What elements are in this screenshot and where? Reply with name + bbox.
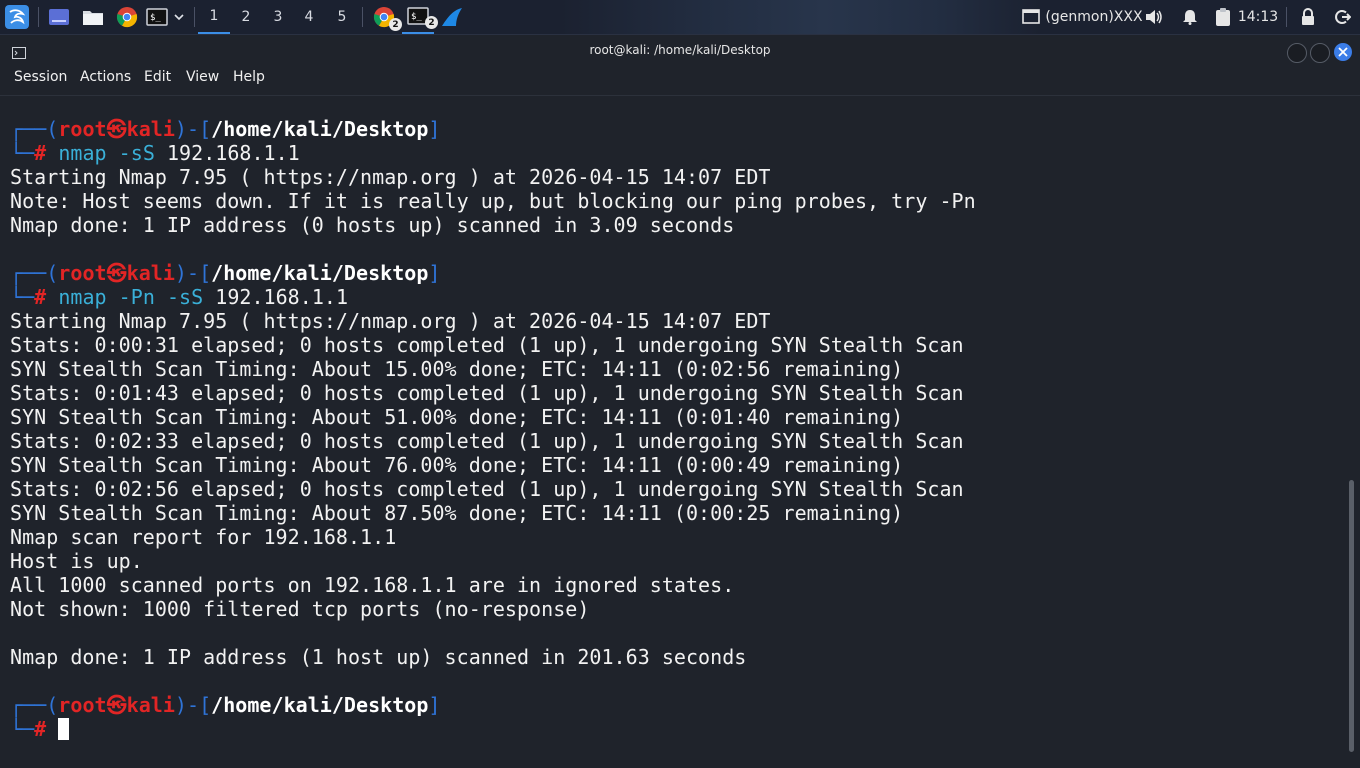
output-line: SYN Stealth Scan Timing: About 15.00% do… [10,357,904,381]
command-target: 192.168.1.1 [203,285,349,309]
menu-bar: Session Actions Edit View Help [0,65,1360,96]
prompt-line: ┌──(root㉿kali)-[/home/kali/Desktop] [10,261,441,285]
maximize-button[interactable] [1310,43,1330,63]
output-line: Nmap scan report for 192.168.1.1 [10,525,397,549]
chrome-task-button[interactable]: 2 [370,0,402,34]
volume-icon[interactable] [1143,0,1165,34]
workspace-4[interactable]: 4 [293,0,325,34]
chrome-launcher-icon[interactable] [114,0,140,34]
terminal-scrollbar[interactable] [1349,480,1354,752]
command-target: 192.168.1.1 [154,141,300,165]
logout-icon[interactable] [1332,0,1354,34]
output-line: Starting Nmap 7.95 ( https://nmap.org ) … [10,165,771,189]
command-flags: -sS [106,141,155,165]
output-line: SYN Stealth Scan Timing: About 76.00% do… [10,453,904,477]
prompt-line: ┌──(root㉿kali)-[/home/kali/Desktop] [10,117,441,141]
top-panel: $_ 1 2 3 4 5 2 $_ 2 (genmon)XXX 14:13 [0,0,1360,35]
output-line: Nmap done: 1 IP address (1 host up) scan… [10,645,747,669]
prompt-symbol: # [34,285,47,309]
panel-separator [194,7,195,27]
genmon-label: (genmon)XXX [1045,9,1143,25]
command-line: └─# nmap -sS 192.168.1.1 [10,141,300,165]
lock-icon[interactable] [1297,0,1319,34]
prompt-skull-symbol: ㉿ [106,261,127,285]
command-name: nmap [58,141,107,165]
output-line: All 1000 scanned ports on 192.168.1.1 ar… [10,573,735,597]
output-line: Stats: 0:02:33 elapsed; 0 hosts complete… [10,429,964,453]
panel-background-art [560,0,1040,34]
command-name: nmap [58,285,107,309]
command-line: └─# nmap -Pn -sS 192.168.1.1 [10,285,349,309]
notification-bell-icon[interactable] [1179,0,1201,34]
wireshark-task-icon[interactable] [438,0,466,34]
terminal-task-count-badge: 2 [425,16,438,29]
svg-text:$_: $_ [411,12,422,22]
prompt-skull-symbol: ㉿ [106,693,127,717]
chrome-task-count-badge: 2 [389,18,402,31]
workspace-1[interactable]: 1 [198,0,230,34]
kali-menu-icon[interactable] [2,0,32,34]
menu-session[interactable]: Session [14,69,67,85]
output-line: Nmap done: 1 IP address (0 hosts up) sca… [10,213,735,237]
command-flags: -Pn -sS [106,285,204,309]
terminal-task-button[interactable]: $_ 2 [402,0,438,34]
menu-help[interactable]: Help [233,69,265,85]
output-line: Stats: 0:02:56 elapsed; 0 hosts complete… [10,477,964,501]
clipboard-icon[interactable] [1212,0,1234,34]
output-line: Not shown: 1000 filtered tcp ports (no-r… [10,597,590,621]
output-line: SYN Stealth Scan Timing: About 87.50% do… [10,501,904,525]
workspace-2[interactable]: 2 [230,0,262,34]
window-titlebar[interactable]: root@kali: /home/kali/Desktop [0,35,1360,65]
workspace-3[interactable]: 3 [262,0,294,34]
output-line: Stats: 0:00:31 elapsed; 0 hosts complete… [10,333,964,357]
prompt-user: root [58,117,107,141]
prompt-host: kali [126,693,175,717]
panel-separator [362,7,363,27]
prompt-symbol: # [34,717,47,741]
panel-separator [1286,7,1287,27]
prompt-symbol: # [34,141,47,165]
text-cursor [58,718,69,740]
output-line: Stats: 0:01:43 elapsed; 0 hosts complete… [10,381,964,405]
prompt-host: kali [126,117,175,141]
show-desktop-icon[interactable] [46,0,72,34]
output-line: SYN Stealth Scan Timing: About 51.00% do… [10,405,904,429]
terminal-output-area[interactable]: ┌──(root㉿kali)-[/home/kali/Desktop] └─# … [0,96,1346,768]
close-button[interactable] [1334,43,1352,61]
prompt-user: root [58,261,107,285]
output-line: Host is up. [10,549,143,573]
minimize-button[interactable] [1287,43,1307,63]
workspace-5[interactable]: 5 [326,0,358,34]
menu-view[interactable]: View [186,69,219,85]
prompt-skull-symbol: ㉿ [106,117,127,141]
svg-text:$_: $_ [150,13,161,23]
menu-edit[interactable]: Edit [144,69,171,85]
chevron-down-icon[interactable] [170,0,188,34]
window-list-icon[interactable] [1020,0,1042,34]
command-line[interactable]: └─# [10,717,58,741]
close-icon [1338,47,1348,57]
menu-actions[interactable]: Actions [80,69,131,85]
terminal-launcher-icon[interactable]: $_ [145,0,169,34]
prompt-path: /home/kali/Desktop [211,117,429,141]
output-line: Starting Nmap 7.95 ( https://nmap.org ) … [10,309,771,333]
output-line: Note: Host seems down. If it is really u… [10,189,976,213]
window-title: root@kali: /home/kali/Desktop [589,43,771,57]
prompt-host: kali [126,261,175,285]
prompt-path: /home/kali/Desktop [211,261,429,285]
prompt-user: root [58,693,107,717]
prompt-line: ┌──(root㉿kali)-[/home/kali/Desktop] [10,693,441,717]
panel-separator [38,7,39,27]
clock[interactable]: 14:13 [1238,0,1278,34]
file-manager-icon[interactable] [80,0,106,34]
prompt-path: /home/kali/Desktop [211,693,429,717]
